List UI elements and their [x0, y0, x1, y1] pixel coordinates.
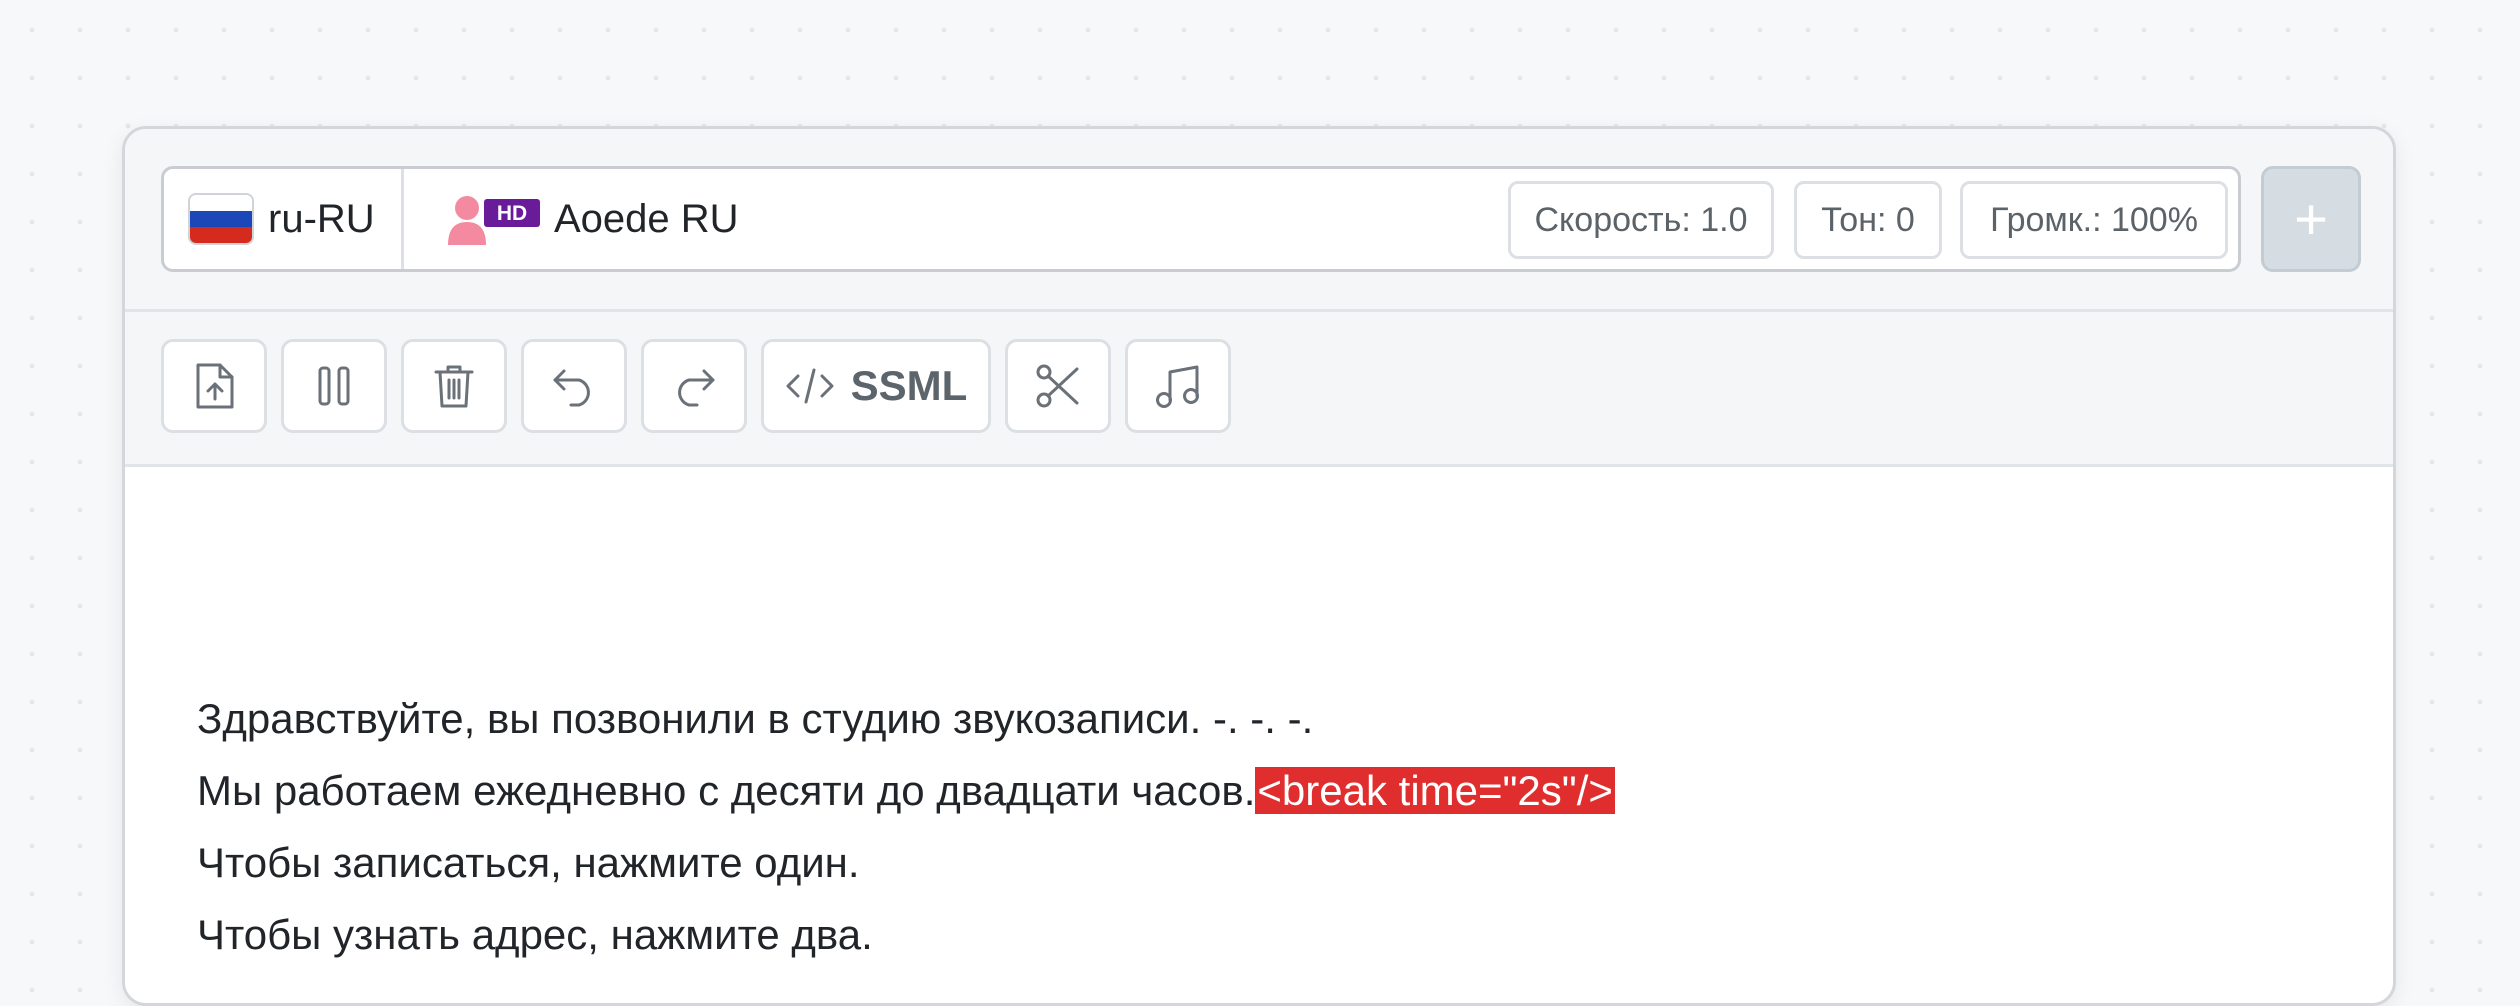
ssml-break-tag[interactable]: <break time="2s"/> [1255, 767, 1615, 814]
cut-button[interactable] [1005, 339, 1111, 433]
text-editor[interactable]: Здравствуйте, вы позвонили в студию звук… [125, 467, 2393, 1003]
editor-line-text: Чтобы узнать адрес, нажмите два. [197, 911, 873, 958]
pause-button[interactable] [281, 339, 387, 433]
delete-button[interactable] [401, 339, 507, 433]
editor-line: Чтобы записаться, нажмите один. [197, 833, 860, 893]
editor-line: Мы работаем ежедневно с десяти до двадца… [197, 761, 1615, 821]
editor-line: Здравствуйте, вы позвонили в студию звук… [197, 689, 1313, 749]
upload-file-icon [196, 363, 234, 409]
editor-line-text: Здравствуйте, вы позвонили в студию звук… [197, 695, 1314, 742]
russia-flag-icon [188, 193, 254, 245]
trash-icon [434, 365, 474, 408]
music-button[interactable] [1125, 339, 1231, 433]
speed-setting[interactable]: Скорость: 1.0 [1508, 181, 1774, 259]
voice-name: Aoede RU [554, 196, 739, 241]
ssml-button[interactable]: SSML [761, 339, 991, 433]
volume-setting[interactable]: Громк.: 100% [1960, 181, 2228, 259]
female-avatar-icon: HD [448, 196, 540, 245]
scissors-icon [1036, 364, 1079, 408]
undo-icon [553, 369, 590, 407]
music-note-icon [1156, 365, 1199, 408]
voice-selector[interactable]: ru-RU HD Aoede RU Скорость: 1.0 Тон: 0 Г… [161, 166, 2241, 272]
voice-settings-bar: ru-RU HD Aoede RU Скорость: 1.0 Тон: 0 Г… [125, 129, 2393, 312]
language-label: ru-RU [268, 196, 375, 241]
undo-button[interactable] [521, 339, 627, 433]
editor-line-text: Чтобы записаться, нажмите один. [197, 839, 860, 886]
editor-line-text: Мы работаем ежедневно с десяти до двадца… [197, 767, 1256, 814]
upload-button[interactable] [161, 339, 267, 433]
ssml-label: SSML [850, 362, 968, 409]
tone-setting[interactable]: Тон: 0 [1794, 181, 1942, 259]
tts-editor-card: ru-RU HD Aoede RU Скорость: 1.0 Тон: 0 Г… [122, 126, 2396, 1006]
editor-toolbar: SSML [125, 312, 2393, 467]
hd-badge: HD [497, 202, 527, 225]
editor-line: Чтобы узнать адрес, нажмите два. [197, 905, 873, 965]
add-voice-button[interactable]: + [2261, 166, 2361, 272]
redo-button[interactable] [641, 339, 747, 433]
pause-icon [318, 366, 350, 406]
language-select[interactable]: ru-RU [164, 169, 404, 269]
voice-select[interactable]: HD Aoede RU [446, 169, 739, 269]
code-icon [786, 368, 834, 404]
redo-icon [678, 369, 715, 407]
